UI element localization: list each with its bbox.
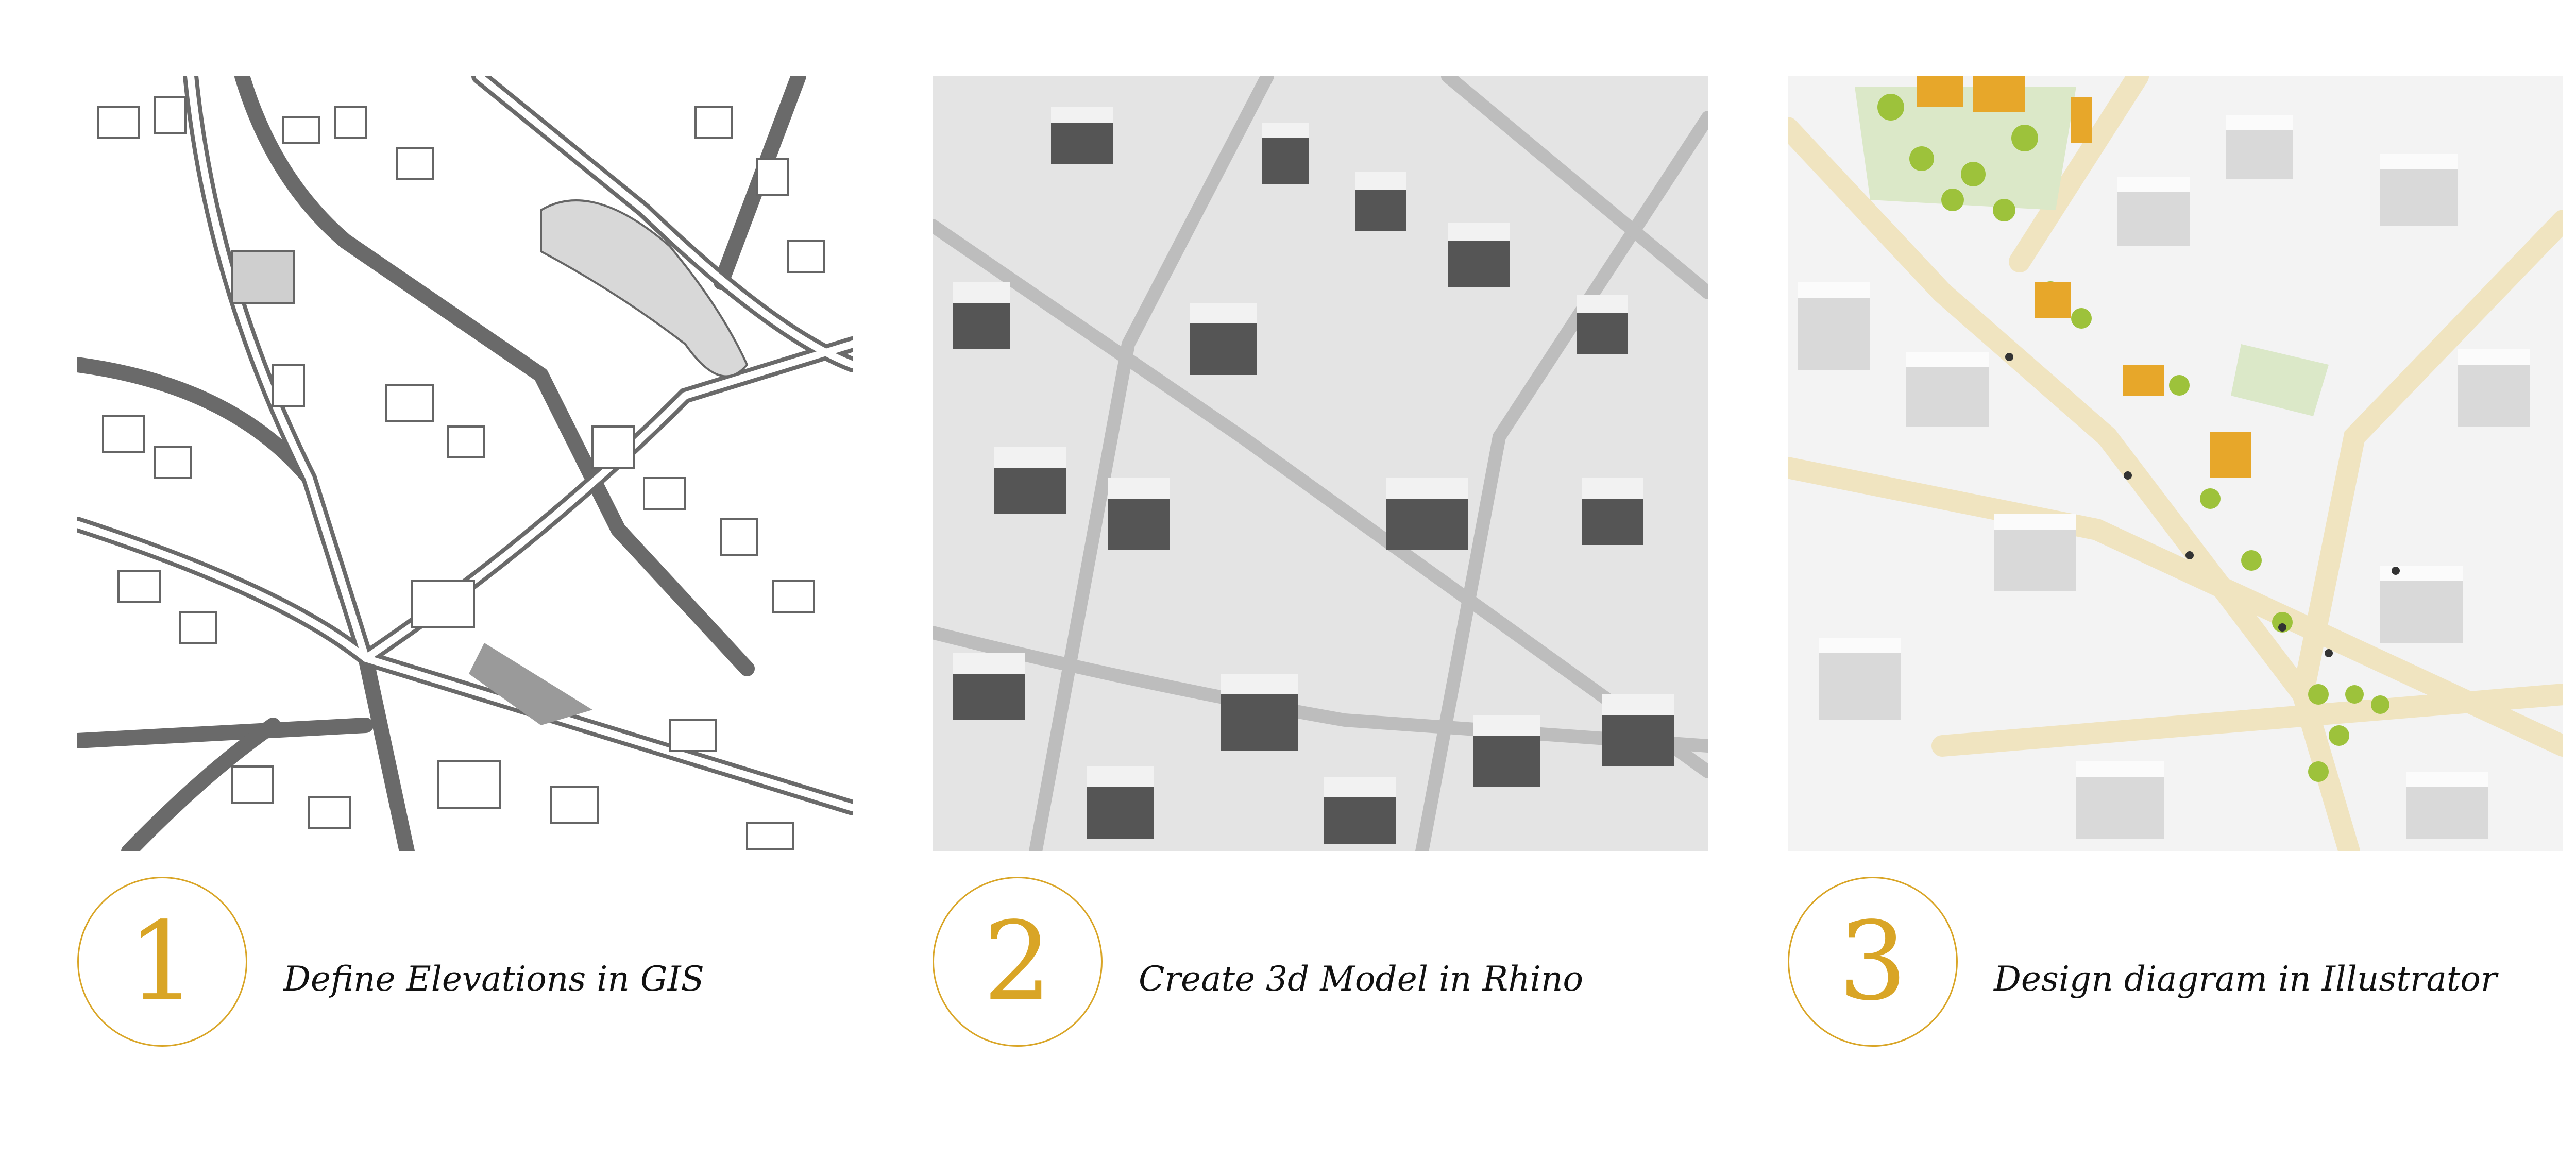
step-2: 2 Create 3d Model in Rhino: [933, 0, 1708, 1159]
step-number-badge: 2: [933, 877, 1103, 1047]
step-1: 1 Define Elevations in GIS: [77, 0, 853, 1159]
step-number: 1: [128, 898, 197, 1025]
step-number: 3: [1838, 898, 1907, 1025]
rhino-model-image: [933, 76, 1708, 851]
gis-map-image: [77, 76, 853, 851]
step-number-badge: 1: [77, 877, 247, 1047]
step-caption: Define Elevations in GIS: [283, 959, 704, 999]
step-number: 2: [983, 898, 1052, 1025]
step-caption: Create 3d Model in Rhino: [1139, 959, 1584, 999]
step-number-badge: 3: [1788, 877, 1958, 1047]
step-caption: Design diagram in Illustrator: [1994, 959, 2497, 999]
step-3: 3 Design diagram in Illustrator: [1788, 0, 2563, 1159]
illustrator-diagram-image: [1788, 76, 2563, 851]
